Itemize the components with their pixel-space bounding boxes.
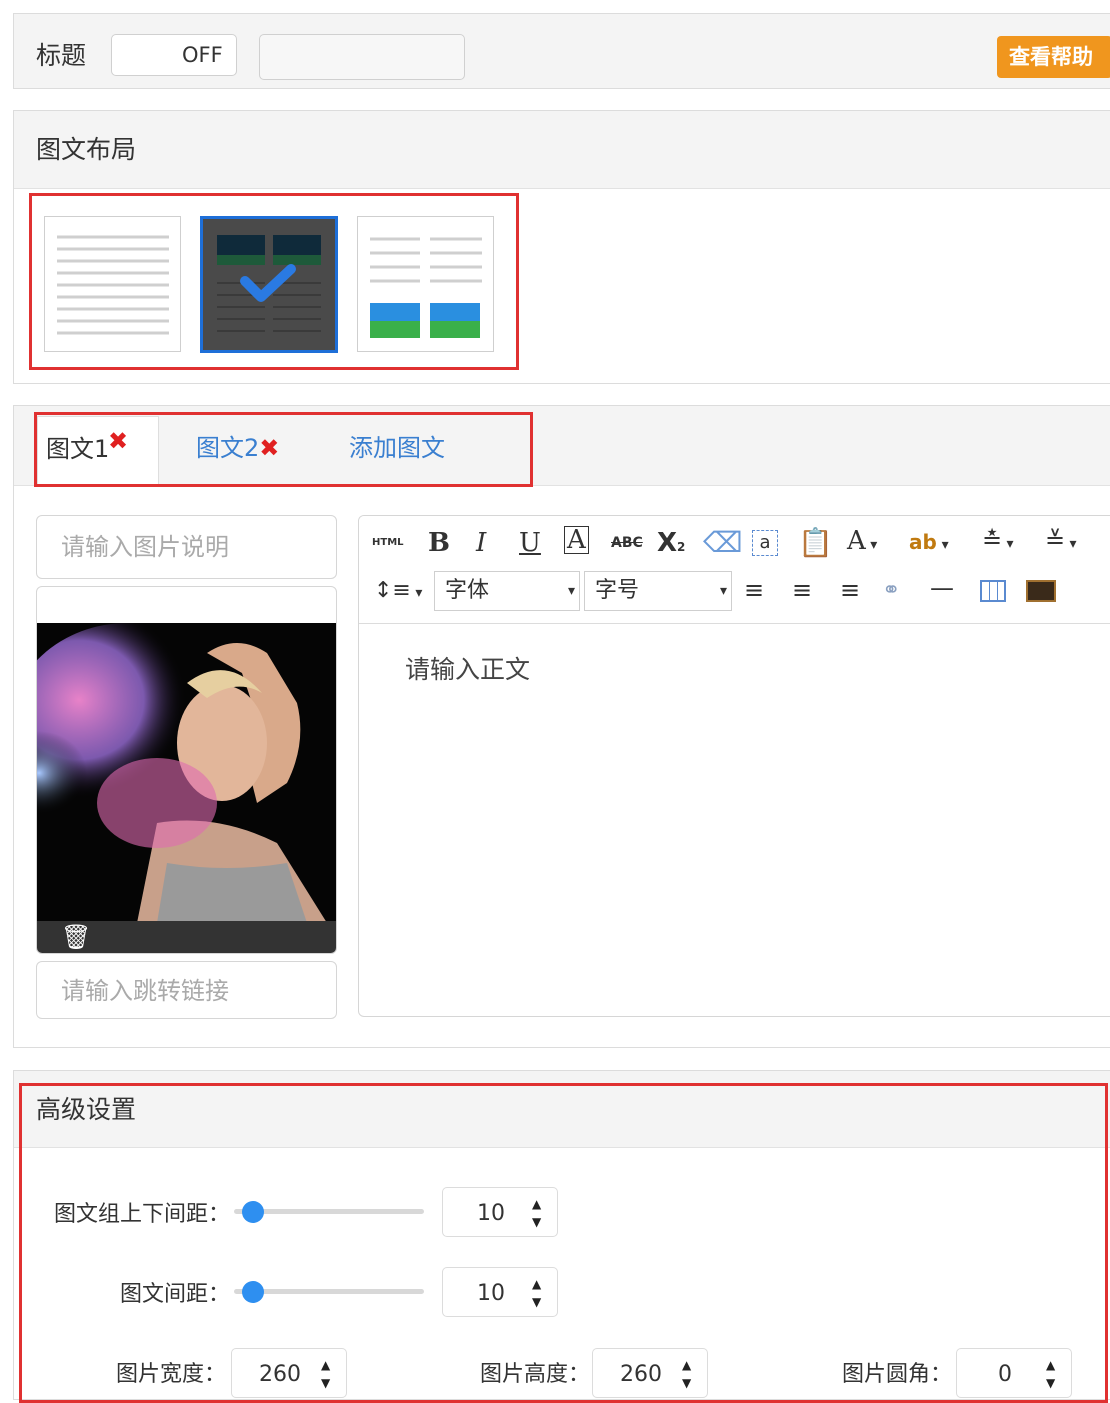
- group-spacing-stepper[interactable]: 10 ▲ ▼: [442, 1187, 558, 1237]
- chevron-down-icon: ▾: [719, 583, 727, 599]
- increment-icon[interactable]: ▲: [682, 1359, 691, 1371]
- bordered-text-button[interactable]: A: [564, 526, 589, 554]
- underline-button[interactable]: U: [519, 528, 541, 558]
- toggle-state-label: OFF: [182, 43, 223, 67]
- html-button[interactable]: HTML: [372, 537, 404, 548]
- layout-option-text-then-images[interactable]: [357, 216, 494, 352]
- chevron-down-icon: ▾: [567, 583, 575, 599]
- strikethrough-button[interactable]: ABC: [611, 535, 643, 551]
- group-spacing-label: 图文组上下间距：: [53, 1202, 230, 1227]
- preview-image: [37, 623, 336, 923]
- font-family-select[interactable]: 字体 ▾: [434, 571, 580, 611]
- image-insert-icon[interactable]: [1026, 580, 1056, 602]
- jump-link-input[interactable]: 请输入跳转链接: [36, 961, 337, 1019]
- image-caption-input[interactable]: 请输入图片说明: [36, 515, 337, 579]
- bold-button[interactable]: B: [428, 528, 450, 558]
- line-spacing-above-icon[interactable]: ≛ ▾: [982, 526, 1014, 554]
- item-spacing-stepper[interactable]: 10 ▲ ▼: [442, 1267, 558, 1317]
- horizontal-rule-icon[interactable]: —: [930, 574, 954, 602]
- image-radius-stepper[interactable]: 0 ▲ ▼: [956, 1348, 1072, 1398]
- item-spacing-slider-knob[interactable]: [242, 1281, 264, 1303]
- decrement-icon[interactable]: ▼: [682, 1377, 691, 1389]
- increment-icon[interactable]: ▲: [532, 1278, 541, 1290]
- image-height-label: 图片高度：: [479, 1362, 590, 1387]
- highlight-color-icon[interactable]: ab ▾: [909, 530, 949, 554]
- tabs-highlight: [34, 412, 533, 487]
- select-all-icon[interactable]: a: [752, 530, 778, 556]
- image-grid-icon: [217, 235, 321, 332]
- trash-icon[interactable]: 🗑: [61, 923, 91, 951]
- portrait-image: [37, 623, 336, 923]
- image-width-stepper[interactable]: 260 ▲ ▼: [231, 1348, 347, 1398]
- title-label: 标题: [36, 41, 87, 70]
- image-height-stepper[interactable]: 260 ▲ ▼: [592, 1348, 708, 1398]
- layout-heading: 图文布局: [14, 111, 1110, 189]
- help-button[interactable]: 查看帮助: [997, 36, 1110, 78]
- align-left-icon[interactable]: ≡: [744, 576, 764, 604]
- subscript-button[interactable]: X2: [657, 528, 685, 558]
- text-images-icon: [370, 237, 482, 338]
- eraser-icon[interactable]: ⌫: [703, 526, 743, 559]
- title-input[interactable]: [259, 34, 465, 80]
- image-width-label: 图片宽度：: [115, 1362, 226, 1387]
- decrement-icon[interactable]: ▼: [532, 1296, 541, 1308]
- text-lines-icon: [57, 235, 169, 335]
- increment-icon[interactable]: ▲: [1046, 1359, 1055, 1371]
- editor-body[interactable]: 请输入正文: [405, 650, 530, 686]
- increment-icon[interactable]: ▲: [321, 1359, 330, 1371]
- item-spacing-label: 图文间距：: [119, 1282, 230, 1307]
- layout-option-text-only[interactable]: [44, 216, 181, 352]
- decrement-icon[interactable]: ▼: [532, 1216, 541, 1228]
- advanced-highlight: [19, 1083, 1108, 1403]
- align-right-icon[interactable]: ≡: [840, 576, 860, 604]
- group-spacing-slider-knob[interactable]: [242, 1201, 264, 1223]
- decrement-icon[interactable]: ▼: [1046, 1377, 1055, 1389]
- line-spacing-below-icon[interactable]: ≚ ▾: [1045, 526, 1077, 554]
- title-toggle[interactable]: OFF: [111, 34, 237, 76]
- table-icon[interactable]: [980, 580, 1006, 602]
- font-size-select[interactable]: 字号 ▾: [584, 571, 732, 611]
- link-icon[interactable]: ⚭: [882, 578, 900, 603]
- align-center-icon[interactable]: ≡: [792, 576, 812, 604]
- image-radius-label: 图片圆角：: [841, 1362, 952, 1387]
- image-action-bar: 🗑: [37, 921, 336, 953]
- line-height-icon[interactable]: ↕≡ ▾: [374, 578, 422, 603]
- font-color-button[interactable]: A ▾: [847, 526, 877, 556]
- title-bar: 标题 OFF 查看帮助: [13, 13, 1110, 89]
- increment-icon[interactable]: ▲: [532, 1198, 541, 1210]
- decrement-icon[interactable]: ▼: [321, 1377, 330, 1389]
- layout-option-image-top[interactable]: [200, 216, 338, 353]
- paste-text-icon[interactable]: 📋: [798, 526, 833, 559]
- image-card: 🗑: [36, 586, 337, 954]
- italic-button[interactable]: I: [476, 528, 486, 558]
